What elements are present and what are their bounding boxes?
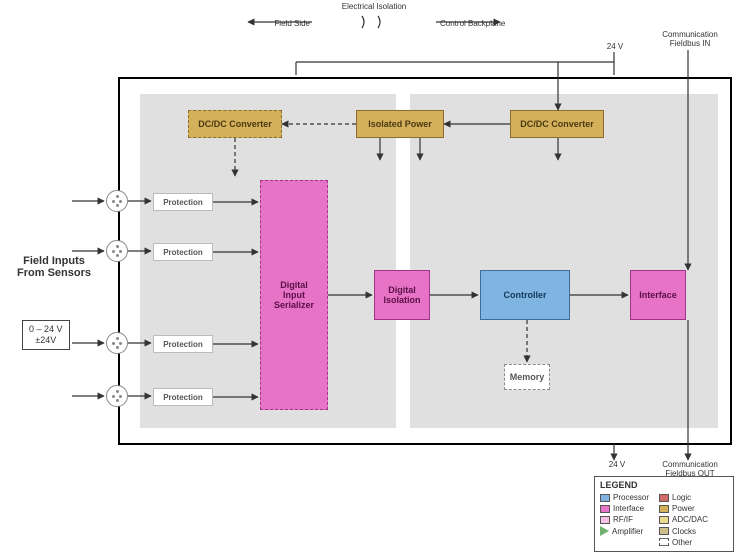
legend-label: RF/IF [613, 514, 633, 525]
protection-block: Protection [153, 243, 213, 261]
legend-item: Processor [600, 492, 649, 503]
legend-swatch [659, 516, 669, 524]
connector-icon [106, 190, 128, 212]
v24-top-label: 24 V [600, 42, 630, 51]
interface-block: Interface [630, 270, 686, 320]
serializer-block: Digital Input Serializer [260, 180, 328, 410]
legend-label: Other [672, 537, 692, 548]
connector-icon [106, 332, 128, 354]
isolated-power-block: Isolated Power [356, 110, 444, 138]
legend-swatch [600, 494, 610, 502]
legend-label: Clocks [672, 526, 696, 537]
v24-bottom-label: 24 V [602, 460, 632, 469]
voltage-range-2: ±24V [29, 335, 63, 346]
legend-item: RF/IF [600, 514, 649, 525]
legend-item: Power [659, 503, 708, 514]
legend-label: Power [672, 503, 695, 514]
field-side-label: Field Side [250, 19, 310, 28]
voltage-range-box: 0 – 24 V ±24V [22, 320, 70, 350]
legend-label: Amplifier [612, 526, 643, 537]
legend-swatch [600, 526, 609, 536]
legend-swatch [659, 494, 669, 502]
legend-item: Amplifier [600, 526, 649, 537]
dcdc-field-block: DC/DC Converter [188, 110, 282, 138]
connector-icon [106, 240, 128, 262]
protection-block: Protection [153, 193, 213, 211]
legend-item: Logic [659, 492, 708, 503]
legend-swatch [659, 538, 669, 546]
digital-isolation-block: Digital Isolation [374, 270, 430, 320]
legend-item: Other [659, 537, 708, 548]
dcdc-control-block: DC/DC Converter [510, 110, 604, 138]
protection-block: Protection [153, 335, 213, 353]
legend-item: ADC/DAC [659, 514, 708, 525]
field-inputs-label: Field Inputs From Sensors [4, 255, 104, 279]
legend-swatch [659, 505, 669, 513]
connector-icon [106, 385, 128, 407]
legend-label: Logic [672, 492, 691, 503]
legend-swatch [659, 527, 669, 535]
controller-block: Controller [480, 270, 570, 320]
legend: LEGEND ProcessorInterfaceRF/IFAmplifier … [594, 476, 734, 552]
legend-label: ADC/DAC [672, 514, 708, 525]
legend-title: LEGEND [600, 480, 728, 490]
legend-label: Processor [613, 492, 649, 503]
legend-swatch [600, 505, 610, 513]
legend-swatch [600, 516, 610, 524]
protection-block: Protection [153, 388, 213, 406]
electrical-isolation-label: Electrical Isolation [0, 2, 748, 11]
legend-item: Clocks [659, 526, 708, 537]
legend-label: Interface [613, 503, 644, 514]
comm-in-label: Communication Fieldbus IN [645, 30, 735, 48]
control-side-panel [410, 94, 718, 428]
voltage-range-1: 0 – 24 V [29, 324, 63, 335]
memory-block: Memory [504, 364, 550, 390]
control-backplane-label: Control Backplane [440, 19, 540, 28]
legend-item: Interface [600, 503, 649, 514]
